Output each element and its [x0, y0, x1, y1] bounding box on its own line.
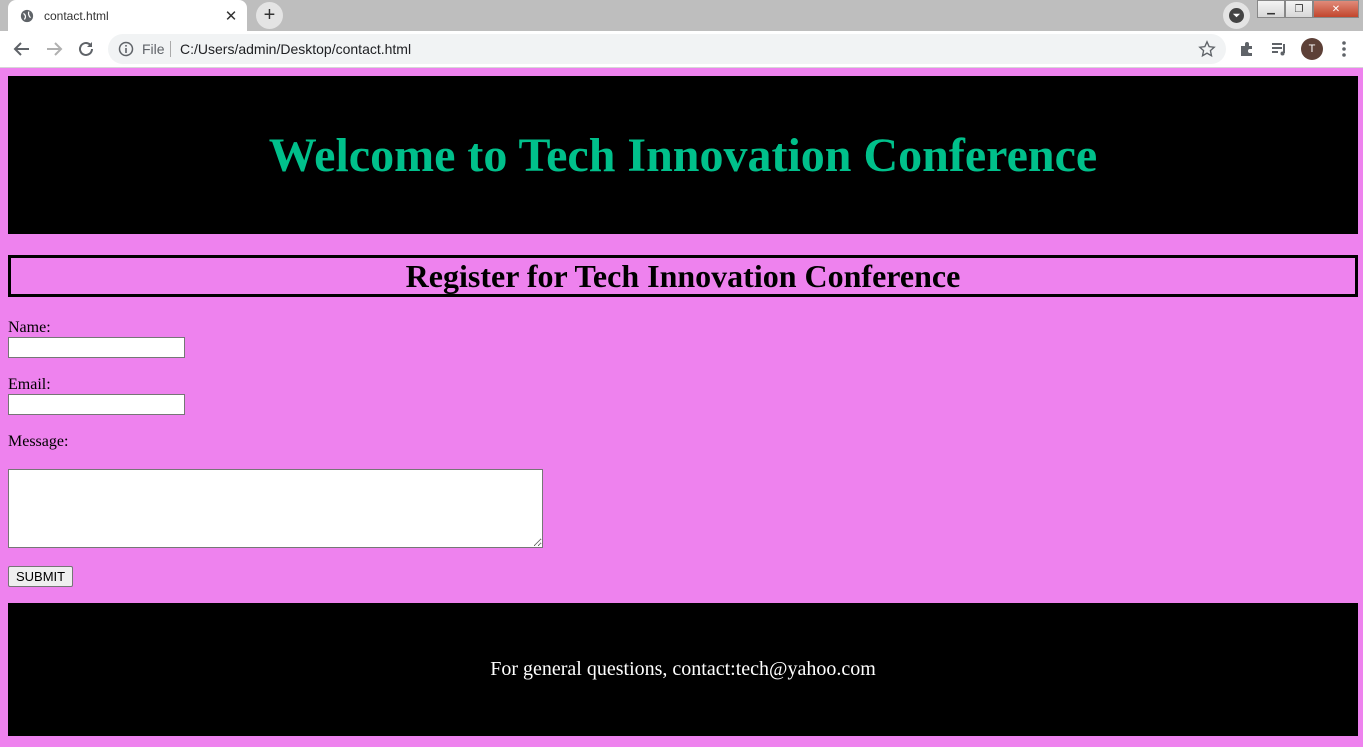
- registration-heading: Register for Tech Innovation Conference: [405, 257, 961, 294]
- minimize-button[interactable]: ▁: [1257, 0, 1285, 18]
- footer: For general questions, contact:tech@yaho…: [8, 603, 1358, 736]
- browser-toolbar: File C:/Users/admin/Desktop/contact.html…: [0, 31, 1363, 68]
- reading-list-icon[interactable]: [1269, 39, 1289, 59]
- back-button[interactable]: [9, 36, 35, 62]
- submit-button[interactable]: SUBMIT: [8, 566, 74, 587]
- forward-icon: [47, 42, 63, 56]
- message-textarea[interactable]: [8, 469, 543, 548]
- globe-icon: [20, 9, 34, 22]
- registration-heading-box: Register for Tech Innovation Conference: [8, 255, 1358, 297]
- reload-button[interactable]: [73, 36, 99, 62]
- page-content: Welcome to Tech Innovation Conference Re…: [0, 68, 1363, 747]
- info-icon[interactable]: [118, 41, 134, 57]
- footer-contact-text: For general questions, contact:tech@yaho…: [490, 658, 876, 680]
- back-icon: [13, 42, 29, 56]
- star-icon[interactable]: [1198, 40, 1216, 58]
- message-label: Message:: [8, 433, 69, 450]
- address-bar[interactable]: File C:/Users/admin/Desktop/contact.html: [108, 34, 1226, 64]
- email-label: Email:: [8, 376, 51, 393]
- profile-avatar[interactable]: T: [1301, 38, 1323, 60]
- header-banner: Welcome to Tech Innovation Conference: [8, 76, 1358, 234]
- address-scheme: File: [142, 41, 165, 57]
- email-input[interactable]: [8, 394, 185, 415]
- menu-icon[interactable]: [1334, 39, 1354, 59]
- window-controls: ▁ ❐ ✕: [1257, 0, 1359, 18]
- new-tab-button[interactable]: +: [256, 2, 283, 29]
- page-title: Welcome to Tech Innovation Conference: [268, 128, 1098, 182]
- window-close-button[interactable]: ✕: [1313, 0, 1359, 18]
- extensions-icon[interactable]: [1237, 39, 1257, 59]
- browser-tab[interactable]: contact.html ✕: [8, 0, 247, 31]
- name-input[interactable]: [8, 337, 185, 358]
- maximize-button[interactable]: ❐: [1285, 0, 1313, 18]
- address-divider: [170, 41, 171, 57]
- tab-search-button[interactable]: [1223, 2, 1250, 29]
- plus-icon: +: [263, 4, 276, 26]
- tab-strip: contact.html ✕ + ▁ ❐ ✕: [0, 0, 1363, 31]
- tab-title: contact.html: [44, 8, 109, 23]
- name-label: Name:: [8, 319, 51, 336]
- chevron-down-icon: [1229, 8, 1244, 23]
- forward-button[interactable]: [41, 36, 67, 62]
- reload-icon: [79, 41, 93, 56]
- address-url[interactable]: C:/Users/admin/Desktop/contact.html: [180, 41, 411, 57]
- close-icon[interactable]: ✕: [219, 4, 243, 28]
